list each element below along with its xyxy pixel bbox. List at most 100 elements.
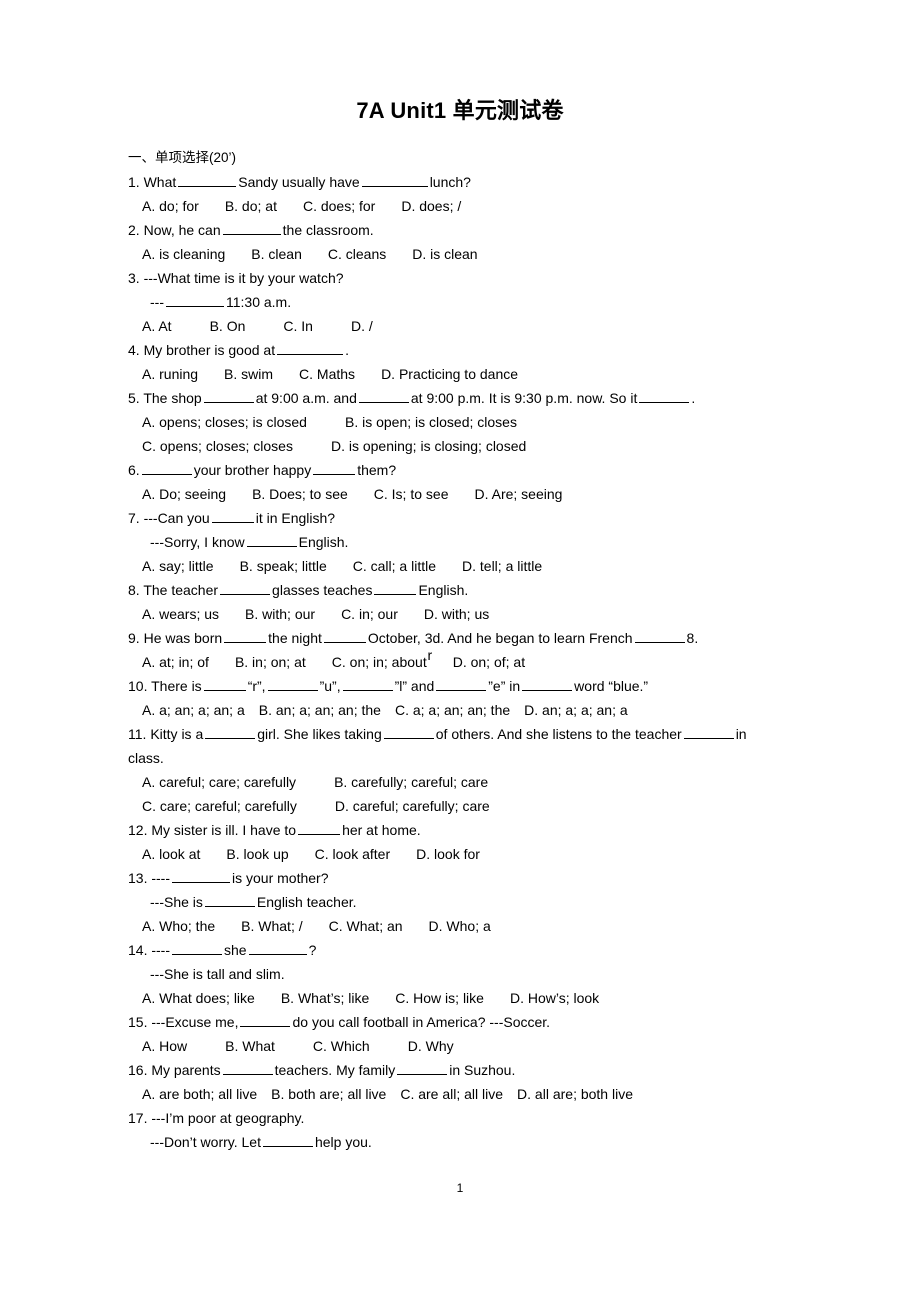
option-c[interactable]: C. cleans	[328, 246, 386, 262]
option-a[interactable]: A. do; for	[142, 198, 199, 214]
answer-blank[interactable]	[203, 389, 254, 403]
option-a[interactable]: A. careful; care; carefully	[142, 774, 296, 790]
option-b[interactable]: B. both are; all live	[271, 1086, 386, 1102]
answer-blank[interactable]	[277, 341, 344, 355]
option-d[interactable]: D. Who; a	[429, 918, 491, 934]
answer-blank[interactable]	[240, 1013, 291, 1027]
option-b[interactable]: B. speak; little	[240, 558, 327, 574]
answer-blank[interactable]	[313, 461, 356, 475]
option-b[interactable]: B. an; a; an; an; the	[259, 702, 381, 718]
option-b[interactable]: B. On	[210, 318, 246, 334]
answer-blank[interactable]	[203, 677, 246, 691]
answer-blank[interactable]	[172, 869, 231, 883]
option-d[interactable]: D. Are; seeing	[474, 486, 562, 502]
option-d[interactable]: D. Why	[408, 1038, 454, 1054]
option-d[interactable]: D. on; of; at	[453, 654, 525, 670]
answer-blank[interactable]	[172, 941, 223, 955]
option-c[interactable]: C. Is; to see	[374, 486, 449, 502]
option-c[interactable]: C. call; a little	[353, 558, 436, 574]
option-a[interactable]: A. a; an; a; an; a	[142, 702, 245, 718]
option-a[interactable]: A. say; little	[142, 558, 214, 574]
answer-blank[interactable]	[634, 629, 685, 643]
option-b[interactable]: B. Does; to see	[252, 486, 348, 502]
option-b[interactable]: B. What; /	[241, 918, 302, 934]
option-b[interactable]: B. swim	[224, 366, 273, 382]
option-a[interactable]: A. are both; all live	[142, 1086, 257, 1102]
option-a[interactable]: A. At	[142, 318, 172, 334]
option-c[interactable]: C. look after	[315, 846, 390, 862]
option-b[interactable]: B. is open; is closed; closes	[345, 414, 517, 430]
answer-blank[interactable]	[522, 677, 573, 691]
option-d[interactable]: D. with; us	[424, 606, 489, 622]
option-c[interactable]: C. a; a; an; an; the	[395, 702, 510, 718]
answer-blank[interactable]	[178, 173, 237, 187]
option-d[interactable]: D. is opening; is closing; closed	[331, 438, 526, 454]
option-d[interactable]: D. an; a; a; an; a	[524, 702, 628, 718]
option-c[interactable]: C. in; our	[341, 606, 398, 622]
option-a[interactable]: A. is cleaning	[142, 246, 225, 262]
answer-blank[interactable]	[222, 221, 281, 235]
option-d[interactable]: D. look for	[416, 846, 480, 862]
answer-blank[interactable]	[220, 581, 271, 595]
answer-blank[interactable]	[248, 941, 307, 955]
option-c[interactable]: C. How is; like	[395, 990, 484, 1006]
option-b[interactable]: B. clean	[251, 246, 302, 262]
option-c[interactable]: C. does; for	[303, 198, 375, 214]
answer-blank[interactable]	[342, 677, 393, 691]
option-a[interactable]: A. What does; like	[142, 990, 255, 1006]
answer-blank[interactable]	[374, 581, 417, 595]
answer-blank[interactable]	[262, 1133, 313, 1147]
answer-blank[interactable]	[222, 1061, 273, 1075]
option-a[interactable]: A. runing	[142, 366, 198, 382]
answer-blank[interactable]	[224, 629, 267, 643]
option-b[interactable]: B. with; our	[245, 606, 315, 622]
answer-blank[interactable]	[211, 509, 254, 523]
option-d[interactable]: D. does; /	[401, 198, 461, 214]
option-a[interactable]: A. look at	[142, 846, 200, 862]
option-d[interactable]: D. is clean	[412, 246, 477, 262]
answer-blank[interactable]	[436, 677, 487, 691]
option-a[interactable]: A. opens; closes; is closed	[142, 414, 307, 430]
answer-blank[interactable]	[298, 821, 341, 835]
option-c[interactable]: C. care; careful; carefully	[142, 798, 297, 814]
option-d[interactable]: D. all are; both live	[517, 1086, 633, 1102]
option-d[interactable]: D. careful; carefully; care	[335, 798, 490, 814]
option-c[interactable]: C. opens; closes; closes	[142, 438, 293, 454]
answer-blank[interactable]	[683, 725, 734, 739]
option-b[interactable]: B. What’s; like	[281, 990, 369, 1006]
option-c[interactable]: C. Maths	[299, 366, 355, 382]
answer-blank[interactable]	[323, 629, 366, 643]
answer-blank[interactable]	[204, 893, 255, 907]
option-d[interactable]: D. /	[351, 318, 373, 334]
option-c[interactable]: C. What; an	[329, 918, 403, 934]
option-b[interactable]: B. look up	[226, 846, 288, 862]
question-stem: word “blue.”	[574, 678, 649, 694]
answer-blank[interactable]	[205, 725, 256, 739]
answer-blank[interactable]	[383, 725, 434, 739]
answer-blank[interactable]	[361, 173, 428, 187]
option-d[interactable]: D. tell; a little	[462, 558, 542, 574]
option-a[interactable]: A. at; in; of	[142, 654, 209, 670]
option-b[interactable]: B. in; on; at	[235, 654, 306, 670]
option-c[interactable]: C. Which	[313, 1038, 370, 1054]
answer-blank[interactable]	[358, 389, 409, 403]
option-b[interactable]: B. What	[225, 1038, 275, 1054]
option-a[interactable]: A. wears; us	[142, 606, 219, 622]
answer-blank[interactable]	[397, 1061, 448, 1075]
option-b[interactable]: B. do; at	[225, 198, 277, 214]
answer-blank[interactable]	[141, 461, 192, 475]
option-a[interactable]: A. How	[142, 1038, 187, 1054]
option-c[interactable]: C. In	[283, 318, 313, 334]
option-a[interactable]: A. Who; the	[142, 918, 215, 934]
option-d[interactable]: D. Practicing to dance	[381, 366, 518, 382]
answer-blank[interactable]	[166, 293, 224, 307]
option-d[interactable]: D. How’s; look	[510, 990, 599, 1006]
option-a[interactable]: A. Do; seeing	[142, 486, 226, 502]
option-b[interactable]: B. carefully; careful; care	[334, 774, 488, 790]
question-stem: the night	[268, 630, 322, 646]
answer-blank[interactable]	[639, 389, 690, 403]
option-c[interactable]: C. are all; all live	[400, 1086, 503, 1102]
answer-blank[interactable]	[246, 533, 297, 547]
option-c[interactable]: C. on; in; about	[332, 654, 427, 670]
answer-blank[interactable]	[267, 677, 318, 691]
